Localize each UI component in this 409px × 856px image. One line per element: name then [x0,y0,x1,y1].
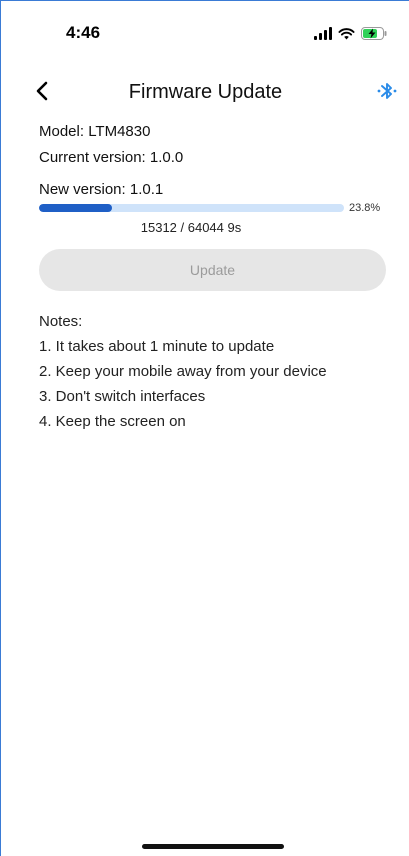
navigation-bar: Firmware Update [1,69,409,115]
battery-charging-icon [361,26,387,40]
note-item: 3. Don't switch interfaces [39,388,206,405]
bluetooth-icon [377,83,397,99]
progress-bar [39,204,344,212]
home-indicator[interactable] [142,844,284,849]
wifi-icon [338,27,355,39]
progress-fill [39,204,112,212]
page-title: Firmware Update [128,81,283,103]
new-version: New version: 1.0.1 [39,181,164,198]
cellular-signal-icon [314,26,332,40]
notes-title: Notes: [39,313,83,330]
note-item: 4. Keep the screen on [39,413,186,430]
progress-count: 15312 / 64044 9s [140,220,242,235]
app-frame: 4:46 Firmware Update Model: LTM4830 Curr… [0,0,409,856]
note-item: 2. Keep your mobile away from your devic… [39,363,327,380]
progress-percent: 23.8% [349,202,381,214]
note-item: 1. It takes about 1 minute to update [39,338,275,355]
status-time: 4:46 [66,23,101,42]
update-button[interactable]: Update [39,249,386,291]
current-version: Current version: 1.0.0 [39,149,184,166]
device-model: Model: LTM4830 [39,123,151,140]
bluetooth-button[interactable] [376,79,398,103]
status-bar: 4:46 [1,1,409,65]
status-icons [314,25,387,41]
